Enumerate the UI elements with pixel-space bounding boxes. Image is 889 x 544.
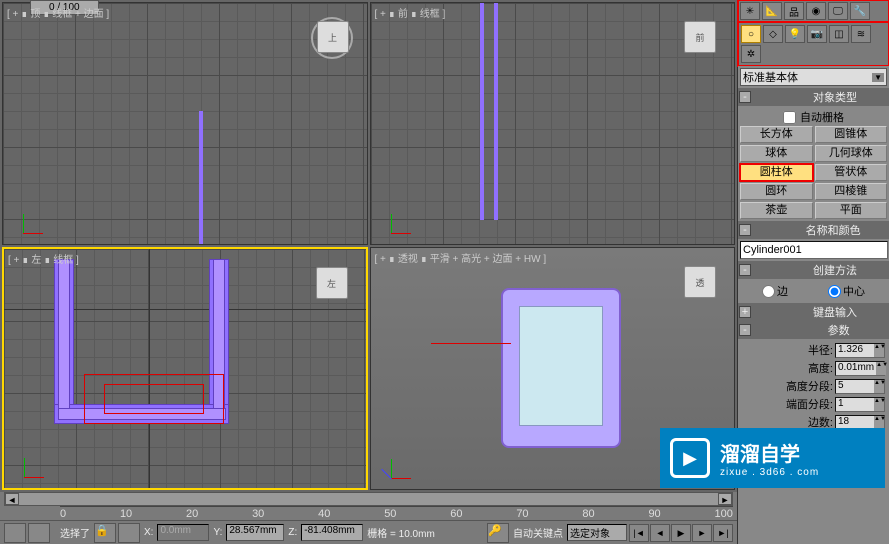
lights-category-icon[interactable]: 💡 bbox=[785, 25, 805, 43]
play-button[interactable]: ▶ bbox=[671, 524, 691, 542]
z-coord-input[interactable]: -81.408mm bbox=[301, 524, 363, 541]
systems-category-icon[interactable]: ✲ bbox=[741, 45, 761, 63]
helpers-category-icon[interactable]: ◫ bbox=[829, 25, 849, 43]
display-tab-icon[interactable]: 🖵 bbox=[828, 2, 848, 20]
view-cube[interactable]: 透 bbox=[684, 266, 716, 298]
spacewarps-category-icon[interactable]: ≋ bbox=[851, 25, 871, 43]
view-cube[interactable]: 上 bbox=[317, 21, 349, 53]
hierarchy-tab-icon[interactable]: 品 bbox=[784, 2, 804, 20]
center-radio[interactable] bbox=[828, 285, 841, 298]
y-coord-input[interactable]: 28.567mm bbox=[226, 524, 284, 541]
view-cube[interactable]: 前 bbox=[684, 21, 716, 53]
utilities-tab-icon[interactable]: 🔧 bbox=[850, 2, 870, 20]
watermark-url: zixue . 3d66 . com bbox=[720, 467, 819, 478]
create-category-row: ○ ◇ 💡 📷 ◫ ≋ ✲ bbox=[738, 22, 889, 66]
autogrid-checkbox[interactable] bbox=[783, 111, 796, 124]
scroll-left[interactable]: ◄ bbox=[5, 493, 19, 505]
prev-frame-button[interactable]: ◄ bbox=[650, 524, 670, 542]
box-button[interactable]: 长方体 bbox=[740, 126, 813, 143]
modify-tab-icon[interactable]: 📐 bbox=[762, 2, 782, 20]
viewport-grid: [ + ∎ 顶 ∎ 线框 + 边面 ] 上 [ + ∎ 前 ∎ 线框 ] 前 [… bbox=[0, 0, 737, 492]
plane-button[interactable]: 平面 bbox=[815, 202, 888, 219]
auto-key-button[interactable]: 自动关键点 bbox=[511, 525, 565, 540]
play-logo-icon bbox=[670, 438, 710, 478]
cameras-category-icon[interactable]: 📷 bbox=[807, 25, 827, 43]
pyramid-button[interactable]: 四棱锥 bbox=[815, 183, 888, 200]
params-rollout-header[interactable]: -参数 bbox=[738, 321, 889, 339]
curve-editor-button[interactable] bbox=[28, 523, 50, 543]
geosphere-button[interactable]: 几何球体 bbox=[815, 145, 888, 162]
object-name-input[interactable] bbox=[740, 241, 888, 259]
keyboard-rollout-header[interactable]: +键盘输入 bbox=[738, 303, 889, 321]
next-frame-button[interactable]: ► bbox=[692, 524, 712, 542]
viewport-left[interactable]: [ + ∎ 左 ∎ 线框 ] 左 bbox=[2, 247, 368, 490]
shapes-category-icon[interactable]: ◇ bbox=[763, 25, 783, 43]
status-bar: 选择了 🔒 X: 0.0mm Y: 28.567mm Z: -81.408mm … bbox=[0, 520, 737, 544]
goto-end-button[interactable]: ►| bbox=[713, 524, 733, 542]
grid-size-label: 栅格 = 10.0mm bbox=[365, 525, 437, 540]
viewport-label[interactable]: [ + ∎ 透视 ∎ 平滑 + 高光 + 边面 + HW ] bbox=[375, 250, 547, 265]
name-color-rollout-header[interactable]: -名称和颜色 bbox=[738, 221, 889, 239]
object-type-rollout-header[interactable]: -对象类型 bbox=[738, 88, 889, 106]
cone-button[interactable]: 圆锥体 bbox=[815, 126, 888, 143]
view-cube[interactable]: 左 bbox=[316, 267, 348, 299]
key-filter-dropdown[interactable]: 选定对象 bbox=[567, 524, 627, 541]
timeline-scrollbar[interactable]: ◄ 0 / 100 ► bbox=[4, 492, 733, 506]
viewport-top[interactable]: [ + ∎ 顶 ∎ 线框 + 边面 ] 上 bbox=[2, 2, 368, 245]
torus-button[interactable]: 圆环 bbox=[740, 183, 813, 200]
perspective-geometry bbox=[501, 288, 621, 448]
height-spinner[interactable]: 0.01mm▲▼ bbox=[835, 361, 885, 376]
teapot-button[interactable]: 茶壶 bbox=[740, 202, 813, 219]
viewport-front[interactable]: [ + ∎ 前 ∎ 线框 ] 前 bbox=[370, 2, 736, 245]
time-ruler[interactable]: 0102030405060708090100 bbox=[60, 506, 733, 520]
lock-selection-button[interactable]: 🔒 bbox=[94, 523, 116, 543]
viewport-label[interactable]: [ + ∎ 前 ∎ 线框 ] bbox=[375, 5, 446, 20]
goto-start-button[interactable]: |◄ bbox=[629, 524, 649, 542]
scroll-right[interactable]: ► bbox=[718, 493, 732, 505]
axis-gizmo bbox=[23, 204, 53, 234]
command-panel-tabs: ✳ 📐 品 ◉ 🖵 🔧 bbox=[738, 0, 889, 22]
motion-tab-icon[interactable]: ◉ bbox=[806, 2, 826, 20]
tube-button[interactable]: 管状体 bbox=[815, 164, 888, 181]
primitive-button-grid: 长方体 圆锥体 球体 几何球体 圆柱体 管状体 圆环 四棱锥 茶壶 平面 bbox=[740, 126, 887, 219]
axis-gizmo bbox=[391, 449, 421, 479]
cylinder-button[interactable]: 圆柱体 bbox=[740, 164, 813, 181]
radius-spinner[interactable]: 1.326▲▼ bbox=[835, 343, 885, 358]
key-button[interactable]: 🔑 bbox=[487, 523, 509, 543]
edge-radio[interactable] bbox=[762, 285, 775, 298]
maxscript-button[interactable] bbox=[4, 523, 26, 543]
geometry-type-dropdown[interactable]: 标准基本体 bbox=[740, 68, 887, 86]
transform-axis-x bbox=[431, 343, 511, 344]
viewport-label[interactable]: [ + ∎ 左 ∎ 线框 ] bbox=[8, 251, 79, 266]
geometry-category-icon[interactable]: ○ bbox=[741, 25, 761, 43]
transport-controls: |◄ ◄ ▶ ► ►| bbox=[629, 524, 733, 542]
main-area: [ + ∎ 顶 ∎ 线框 + 边面 ] 上 [ + ∎ 前 ∎ 线框 ] 前 [… bbox=[0, 0, 737, 544]
axis-gizmo bbox=[391, 204, 421, 234]
create-tab-icon[interactable]: ✳ bbox=[740, 2, 760, 20]
axis-gizmo bbox=[24, 448, 54, 478]
watermark-overlay: 溜溜自学 zixue . 3d66 . com bbox=[660, 428, 885, 488]
watermark-title: 溜溜自学 bbox=[720, 438, 819, 467]
x-coord-input[interactable]: 0.0mm bbox=[157, 524, 209, 541]
cap-segs-spinner[interactable]: 1▲▼ bbox=[835, 397, 885, 412]
viewport-label[interactable]: [ + ∎ 顶 ∎ 线框 + 边面 ] bbox=[7, 5, 109, 20]
height-segs-spinner[interactable]: 5▲▼ bbox=[835, 379, 885, 394]
selection-status: 选择了 bbox=[58, 525, 92, 540]
sphere-button[interactable]: 球体 bbox=[740, 145, 813, 162]
create-method-rollout-header[interactable]: -创建方法 bbox=[738, 261, 889, 279]
snap-toggle[interactable] bbox=[118, 523, 140, 543]
